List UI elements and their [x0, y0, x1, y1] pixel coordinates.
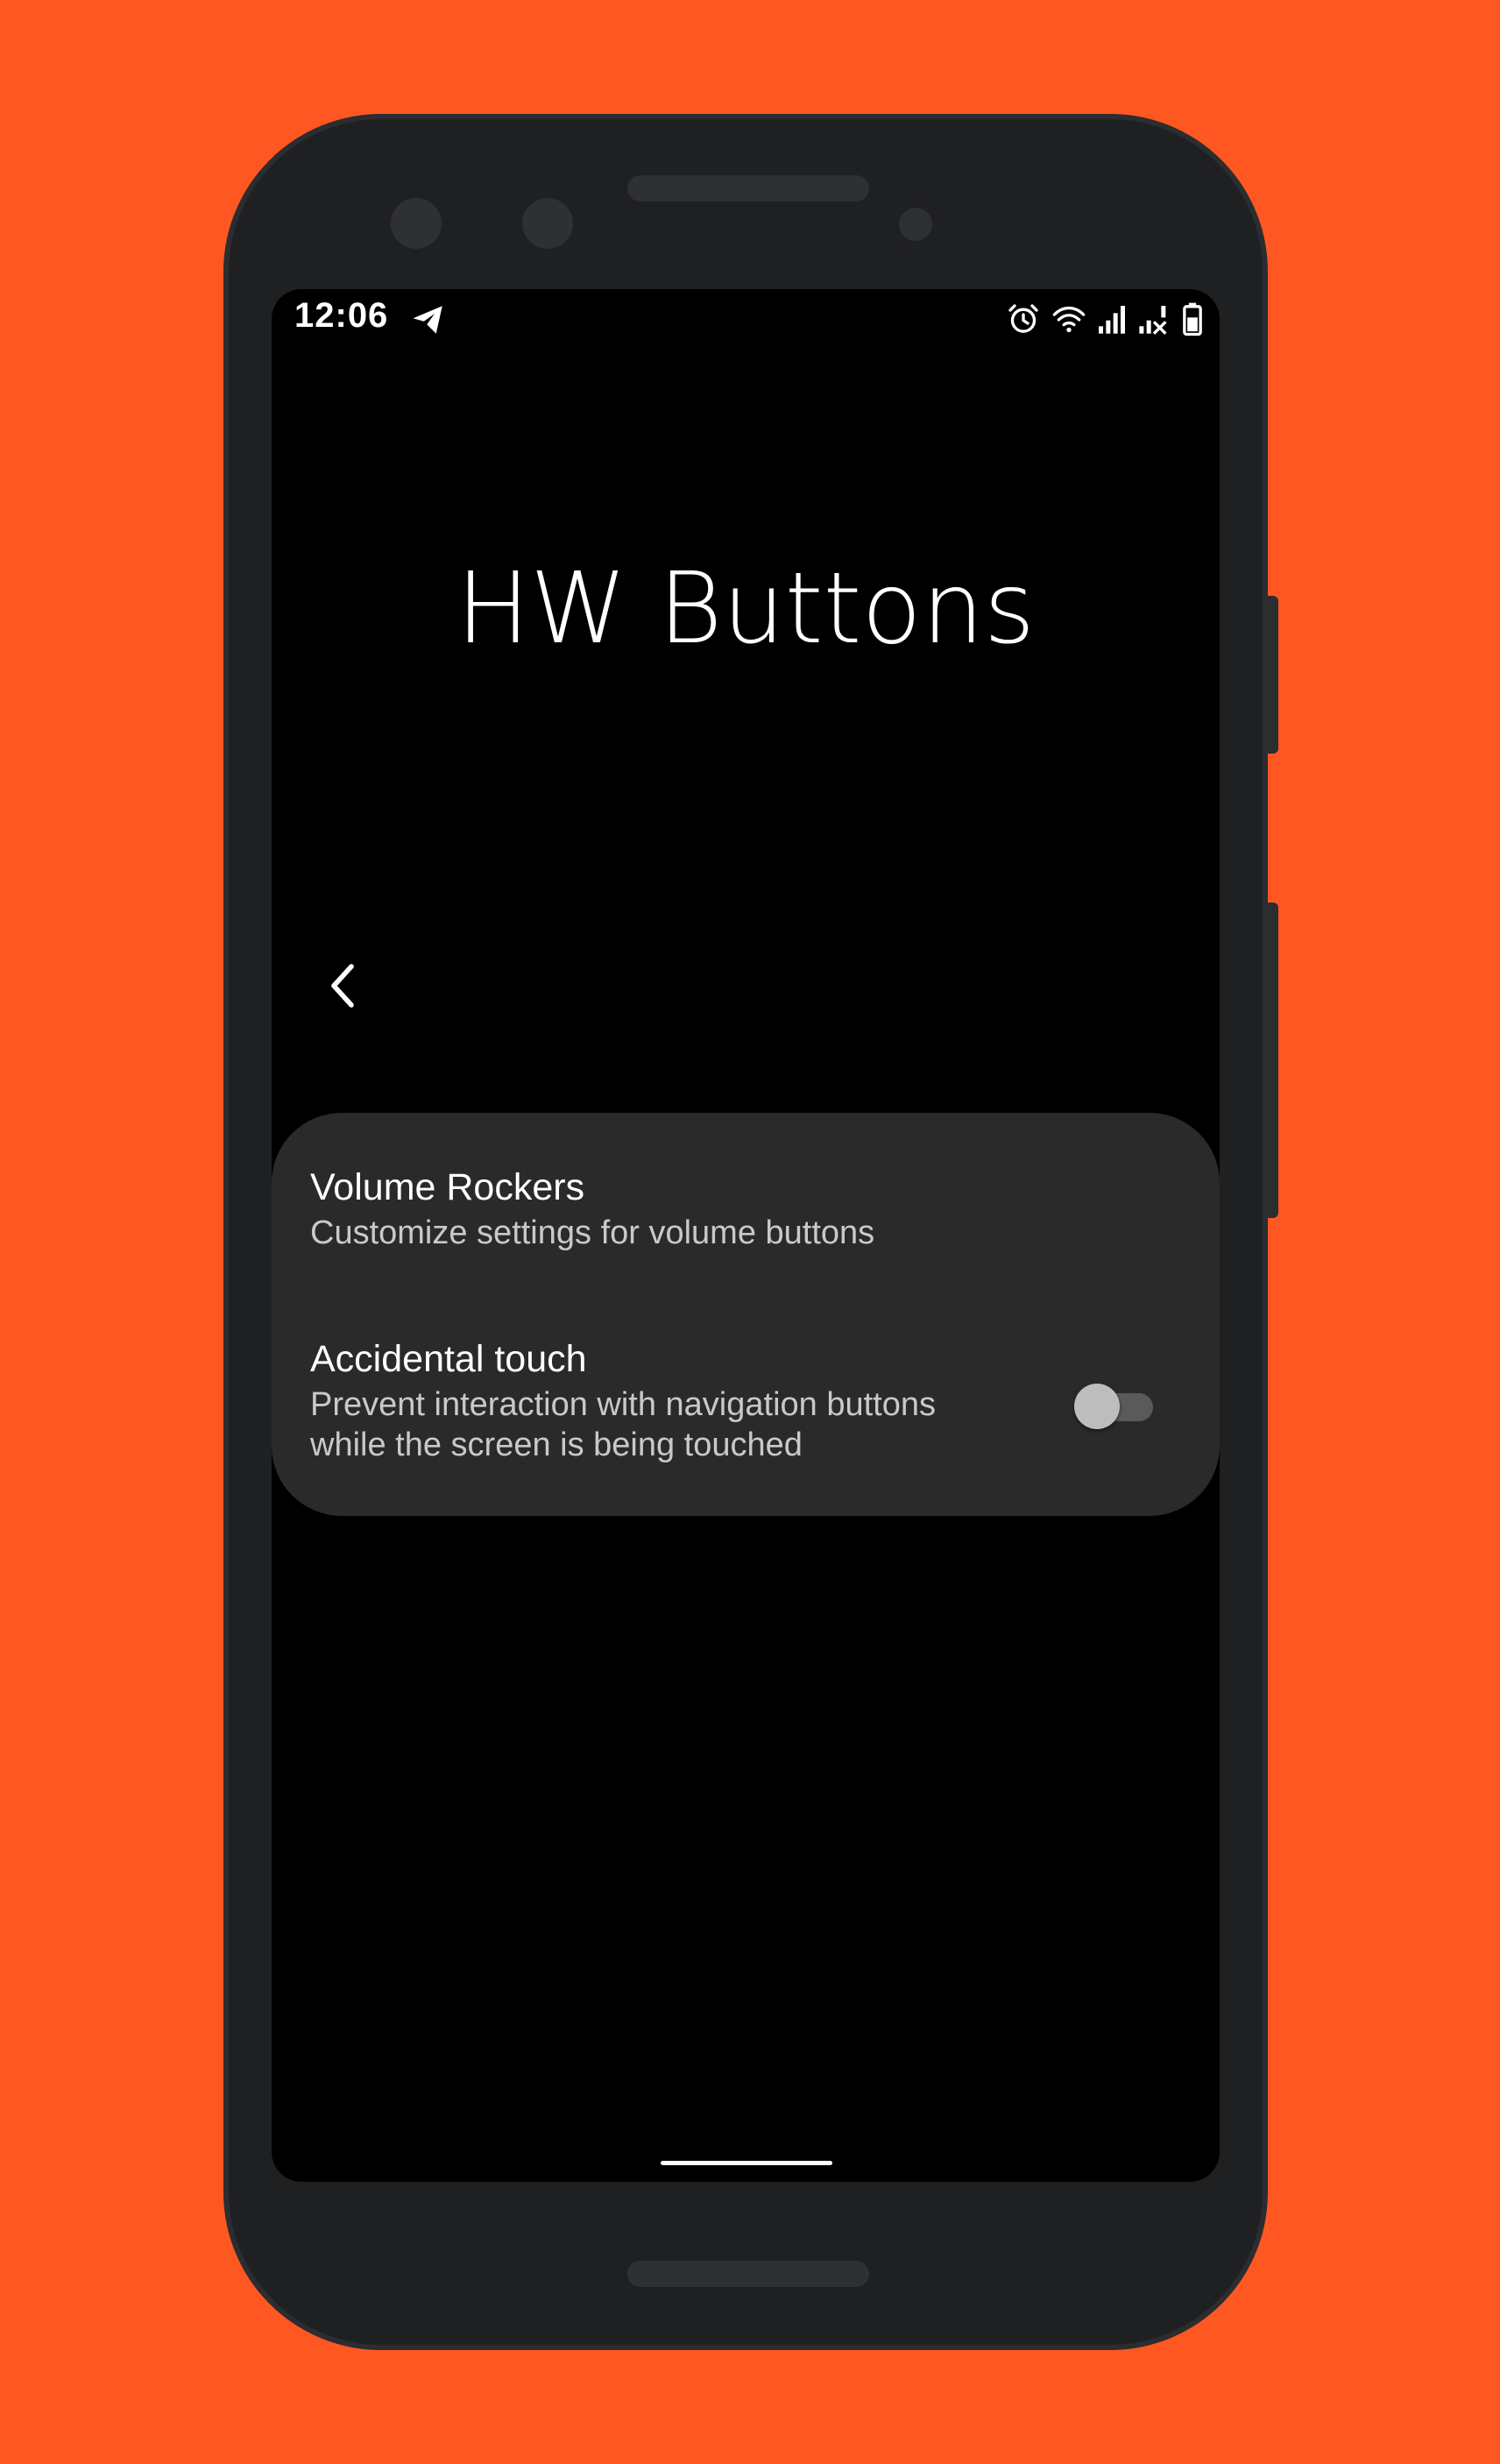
proximity-sensor	[899, 208, 932, 241]
back-button[interactable]	[312, 955, 373, 1016]
front-camera	[391, 198, 442, 249]
wifi-icon	[1052, 306, 1086, 333]
pref-title: Accidental touch	[310, 1338, 587, 1380]
toggle-thumb	[1074, 1384, 1120, 1429]
pref-title: Volume Rockers	[310, 1166, 585, 1208]
preferences-card: Volume Rockers Customize settings for vo…	[272, 1113, 1220, 1516]
pref-accidental-touch[interactable]: Accidental touch Prevent interaction wit…	[310, 1335, 1181, 1465]
gesture-nav-handle[interactable]	[661, 2161, 832, 2165]
front-sensor	[522, 198, 573, 249]
earpiece-speaker	[627, 175, 869, 202]
status-icons	[1006, 300, 1204, 338]
signal-no-data-icon	[1139, 306, 1167, 335]
alarm-icon	[1008, 304, 1038, 333]
telegram-icon	[413, 306, 442, 334]
pref-volume-rockers[interactable]: Volume Rockers Customize settings for vo…	[310, 1164, 1181, 1253]
bottom-speaker	[627, 2261, 869, 2287]
signal-icon	[1099, 306, 1125, 334]
pref-summary: Prevent interaction with navigation butt…	[310, 1386, 936, 1463]
volume-button	[1268, 903, 1278, 1218]
status-time: 12:06	[294, 296, 389, 335]
status-bar: 12:06	[272, 289, 1220, 350]
pref-summary: Customize settings for volume buttons	[310, 1214, 875, 1251]
battery-icon	[1183, 302, 1202, 336]
page-title: HW Buttons	[456, 552, 1036, 666]
screen: 12:06 HW Buttons Volume Rockers Customiz…	[272, 289, 1220, 2182]
accidental-touch-toggle[interactable]	[1074, 1377, 1155, 1430]
chevron-left-icon	[331, 964, 354, 1008]
power-button	[1268, 596, 1278, 754]
